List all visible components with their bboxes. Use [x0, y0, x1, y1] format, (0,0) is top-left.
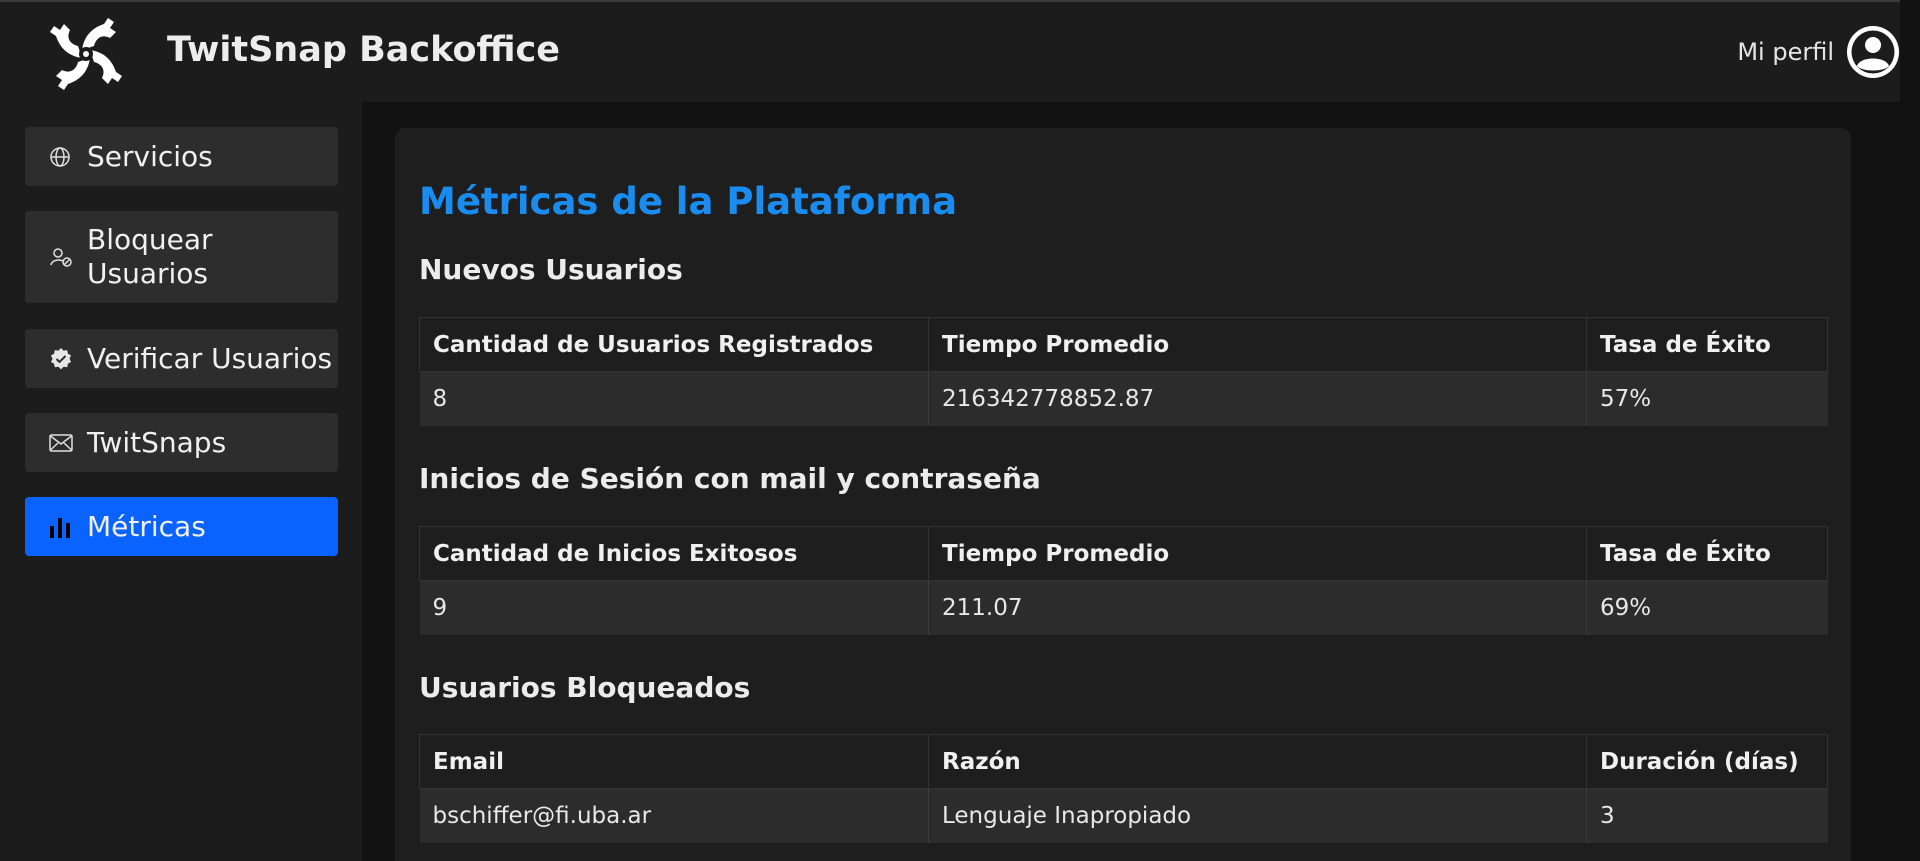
- app-title: TwitSnap Backoffice: [167, 30, 561, 70]
- bar-chart-icon: [49, 514, 75, 540]
- profile-menu[interactable]: Mi perfil: [1737, 24, 1900, 80]
- table-cell: 3: [1586, 788, 1828, 843]
- table-usuarios-bloqueados: Email Razón Duración (días) bschiffer@fi…: [419, 734, 1828, 843]
- sidebar: Servicios Bloquear Usuarios Verificar Us…: [0, 102, 362, 861]
- column-header: Tasa de Éxito: [1586, 317, 1828, 372]
- pinwheel-logo-icon[interactable]: [44, 12, 128, 96]
- section-title-inicios-sesion: Inicios de Sesión con mail y contraseña: [419, 462, 1041, 495]
- user-block-icon: [49, 244, 75, 270]
- table-row: bschiffer@fi.uba.ar Lenguaje Inapropiado…: [419, 788, 1828, 843]
- sidebar-item-label: Métricas: [87, 509, 206, 543]
- column-header: Tiempo Promedio: [928, 317, 1587, 372]
- globe-icon: [49, 144, 75, 170]
- sidebar-item-metricas[interactable]: Métricas: [25, 497, 338, 556]
- column-header: Cantidad de Inicios Exitosos: [419, 526, 929, 581]
- table-cell: 8: [419, 371, 929, 426]
- table-header-row: Cantidad de Usuarios Registrados Tiempo …: [419, 317, 1828, 372]
- table-header-row: Email Razón Duración (días): [419, 734, 1828, 789]
- table-cell: bschiffer@fi.uba.ar: [419, 788, 929, 843]
- column-header: Duración (días): [1586, 734, 1828, 789]
- table-nuevos-usuarios: Cantidad de Usuarios Registrados Tiempo …: [419, 317, 1828, 426]
- sidebar-item-verificar-usuarios[interactable]: Verificar Usuarios: [25, 329, 338, 388]
- table-row: 9 211.07 69%: [419, 580, 1828, 635]
- section-title-usuarios-bloqueados: Usuarios Bloqueados: [419, 671, 751, 704]
- table-header-row: Cantidad de Inicios Exitosos Tiempo Prom…: [419, 526, 1828, 581]
- sidebar-item-bloquear-usuarios[interactable]: Bloquear Usuarios: [25, 211, 338, 303]
- envelope-icon: [49, 430, 75, 456]
- table-cell: 57%: [1586, 371, 1828, 426]
- sidebar-item-label: Verificar Usuarios: [87, 341, 333, 375]
- column-header: Tiempo Promedio: [928, 526, 1587, 581]
- table-cell: Lenguaje Inapropiado: [928, 788, 1587, 843]
- table-cell: 69%: [1586, 580, 1828, 635]
- app-header: TwitSnap Backoffice Mi perfil: [0, 2, 1900, 102]
- table-cell: 216342778852.87: [928, 371, 1587, 426]
- sidebar-item-twitsnaps[interactable]: TwitSnaps: [25, 413, 338, 472]
- column-header: Email: [419, 734, 929, 789]
- table-cell: 9: [419, 580, 929, 635]
- column-header: Tasa de Éxito: [1586, 526, 1828, 581]
- page-title: Métricas de la Plataforma: [419, 180, 958, 223]
- sidebar-item-label: TwitSnaps: [87, 425, 227, 459]
- user-circle-icon[interactable]: [1846, 25, 1900, 79]
- sidebar-item-label: Bloquear Usuarios: [87, 223, 213, 290]
- profile-label[interactable]: Mi perfil: [1737, 38, 1834, 66]
- verified-badge-icon: [49, 346, 75, 372]
- table-cell: 211.07: [928, 580, 1587, 635]
- table-inicios-sesion: Cantidad de Inicios Exitosos Tiempo Prom…: [419, 526, 1828, 635]
- column-header: Cantidad de Usuarios Registrados: [419, 317, 929, 372]
- section-title-nuevos-usuarios: Nuevos Usuarios: [419, 253, 683, 286]
- sidebar-item-servicios[interactable]: Servicios: [25, 127, 338, 186]
- sidebar-item-label: Servicios: [87, 139, 213, 173]
- column-header: Razón: [928, 734, 1587, 789]
- table-row: 8 216342778852.87 57%: [419, 371, 1828, 426]
